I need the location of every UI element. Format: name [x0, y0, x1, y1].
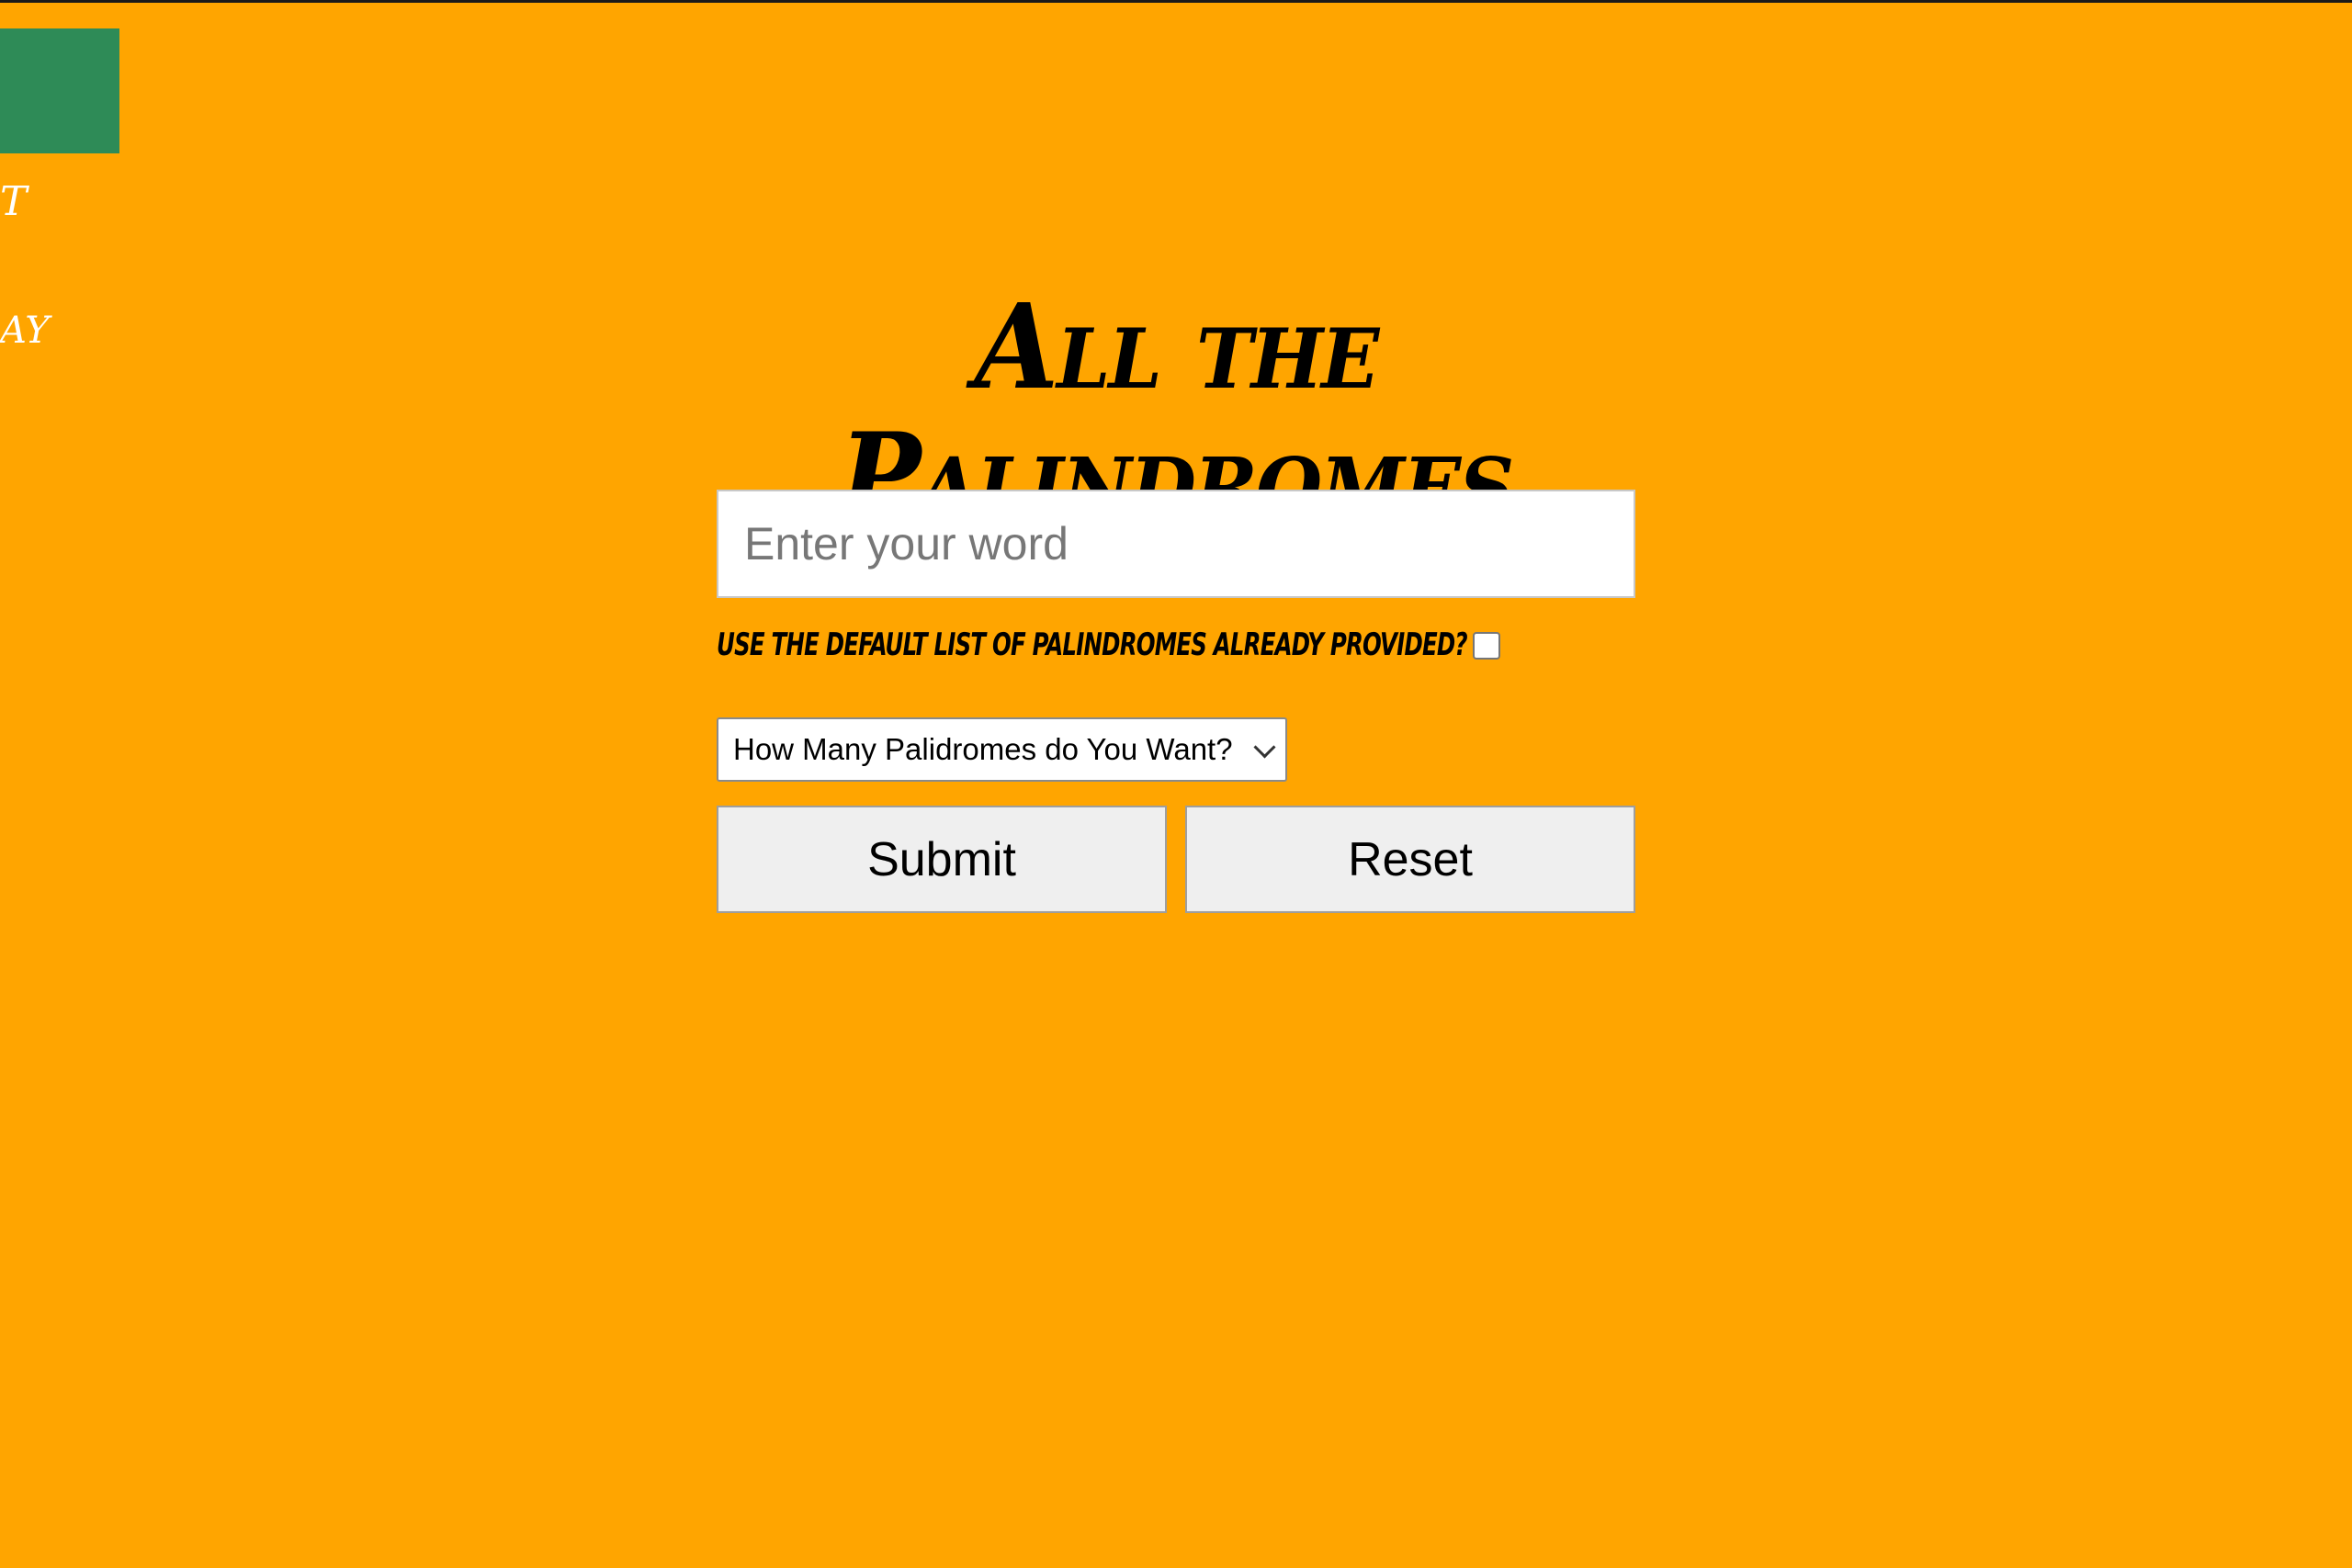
chevron-down-icon — [1253, 736, 1276, 759]
top-border — [0, 0, 2352, 3]
side-tab-button[interactable] — [0, 28, 119, 153]
word-input[interactable] — [717, 490, 1635, 598]
palindrome-count-select[interactable]: How Many Palidromes do You Want? — [717, 717, 1287, 782]
reset-button[interactable]: Reset — [1185, 806, 1635, 913]
side-text-fragment-bottom: AY — [0, 310, 50, 352]
palindrome-count-select-value: How Many Palidromes do You Want? — [733, 732, 1233, 766]
default-list-checkbox[interactable] — [1473, 632, 1500, 660]
default-list-label: Use the default list of Palindromes alre… — [717, 626, 1468, 663]
submit-button[interactable]: Submit — [717, 806, 1167, 913]
side-text-fragment-top: T — [0, 178, 28, 225]
